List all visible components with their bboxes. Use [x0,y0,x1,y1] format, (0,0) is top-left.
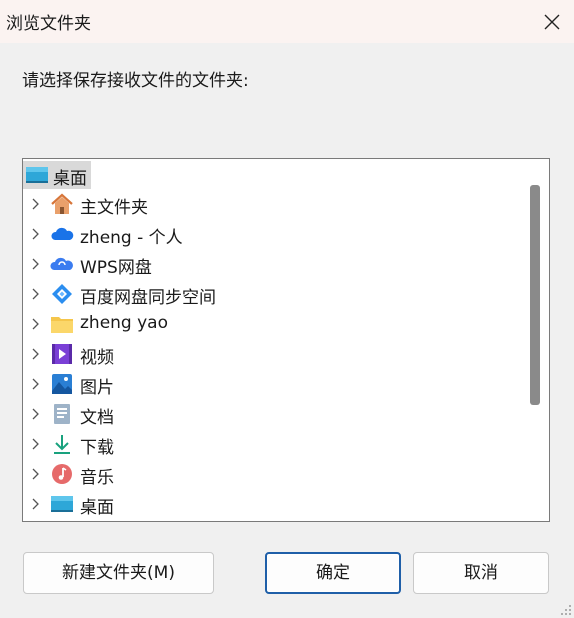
tree-root-desktop[interactable]: 桌面 [23,161,523,189]
resize-grip-icon[interactable] [560,604,572,616]
music-icon [52,464,72,484]
home-icon [51,193,73,214]
chevron-right-icon[interactable] [29,228,41,240]
scrollbar-thumb[interactable] [530,185,540,405]
dialog-title: 浏览文件夹 [6,14,91,34]
chevron-right-icon[interactable] [29,378,41,390]
folder-icon [51,317,73,333]
folder-tree[interactable]: 桌面 主文件夹 zheng - 个人 WPS网盘 百度网盘同步空间 zheng … [22,158,550,522]
tree-item-baidu-netdisk[interactable]: 百度网盘同步空间 [23,280,523,308]
cancel-button[interactable]: 取消 [413,552,549,594]
chevron-right-icon[interactable] [29,348,41,360]
wps-cloud-icon [50,257,73,270]
chevron-right-icon[interactable] [29,198,41,210]
ok-button[interactable]: 确定 [265,552,401,594]
chevron-right-icon[interactable] [29,258,41,270]
baidu-netdisk-icon [52,284,72,304]
tree-item-label: 视频 [80,348,114,368]
tree-item-videos[interactable]: 视频 [23,340,523,368]
chevron-right-icon[interactable] [29,318,41,330]
close-icon [544,14,560,30]
tree-item-label: 音乐 [80,468,114,488]
tree-item-label: 桌面 [53,169,87,189]
tree-item-documents[interactable]: 文档 [23,400,523,428]
download-icon [54,435,70,454]
tree-item-label: zheng - 个人 [80,228,183,248]
chevron-right-icon[interactable] [29,288,41,300]
documents-icon [54,404,70,424]
tree-item-label: 下载 [80,438,114,458]
dialog-prompt: 请选择保存接收文件的文件夹: [22,71,249,91]
video-icon [52,344,72,364]
tree-item-music[interactable]: 音乐 [23,460,523,488]
chevron-right-icon[interactable] [29,438,41,450]
chevron-right-icon[interactable] [29,408,41,420]
chevron-right-icon[interactable] [29,498,41,510]
title-bar: 浏览文件夹 [0,0,574,43]
tree-item-downloads[interactable]: 下载 [23,430,523,458]
tree-item-user-folder[interactable]: zheng yao [23,310,523,338]
tree-item-label: 桌面 [80,498,114,518]
tree-item-home[interactable]: 主文件夹 [23,190,523,218]
tree-item-label: WPS网盘 [80,258,152,278]
close-button[interactable] [530,1,574,42]
onedrive-cloud-icon [51,227,74,240]
tree-item-wps-cloud[interactable]: WPS网盘 [23,250,523,278]
pictures-icon [52,374,72,394]
tree-item-onedrive[interactable]: zheng - 个人 [23,220,523,248]
tree-item-label: 主文件夹 [80,198,148,218]
tree-item-desktop[interactable]: 桌面 [23,490,523,518]
tree-item-label: 百度网盘同步空间 [80,288,216,308]
desktop-icon [26,167,48,183]
tree-item-label: zheng yao [80,313,169,333]
tree-item-label: 图片 [80,378,114,398]
chevron-right-icon[interactable] [29,468,41,480]
tree-item-pictures[interactable]: 图片 [23,370,523,398]
new-folder-button[interactable]: 新建文件夹(M) [23,552,214,594]
tree-item-label: 文档 [80,408,114,428]
desktop-icon [51,496,73,512]
